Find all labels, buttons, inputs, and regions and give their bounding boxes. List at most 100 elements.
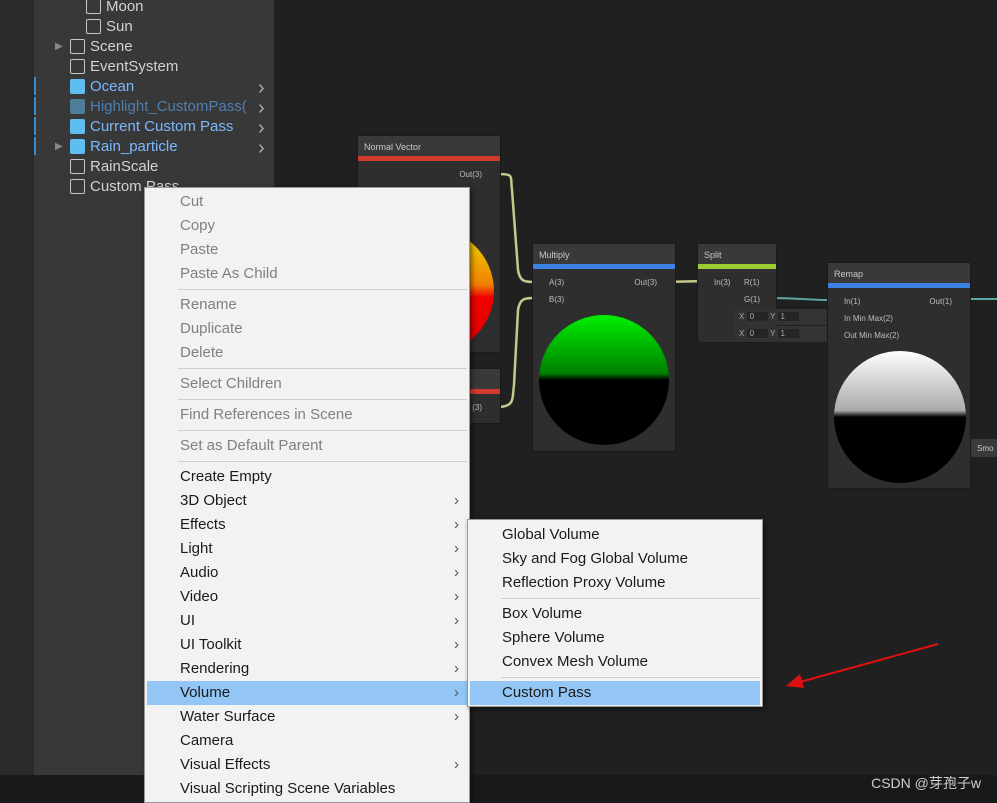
menu-item-rendering[interactable]: Rendering ›	[145, 657, 469, 681]
menu-item-paste[interactable]: Paste	[145, 238, 469, 262]
node-multiply[interactable]: Multiply A(3) B(3) Out(3)	[532, 243, 676, 452]
menu-item-set-as-default-parent[interactable]: Set as Default Parent	[145, 434, 469, 458]
node-accent-bar	[828, 283, 970, 288]
menu-item-label: Reflection Proxy Volume	[502, 574, 666, 591]
menu-item-find-references-in-scene[interactable]: Find References in Scene	[145, 403, 469, 427]
x-value[interactable]: 0	[746, 329, 769, 338]
node-title: Split	[698, 244, 776, 264]
menu-item-label: Effects	[180, 516, 226, 533]
port-out[interactable]: Out(3)	[634, 278, 657, 287]
menu-item-sky-and-fog-global-volume[interactable]: Sky and Fog Global Volume	[468, 547, 762, 571]
menu-item-label: Sphere Volume	[502, 629, 605, 646]
node-title: Multiply	[533, 244, 675, 264]
y-label: Y	[770, 312, 776, 321]
volume-submenu: Global Volume Sky and Fog Global Volume Re…	[467, 519, 763, 707]
chevron-right-icon: ›	[454, 756, 459, 773]
menu-item-label: Duplicate	[180, 320, 243, 337]
menu-item-duplicate[interactable]: Duplicate	[145, 317, 469, 341]
menu-item-sphere-volume[interactable]: Sphere Volume	[468, 626, 762, 650]
node-accent-bar	[533, 264, 675, 269]
menu-item-label: 3D Object	[180, 492, 247, 509]
menu-item-label: Cut	[180, 193, 204, 210]
menu-item-ui-toolkit[interactable]: UI Toolkit ›	[145, 633, 469, 657]
chevron-right-icon: ›	[454, 516, 459, 533]
chevron-right-icon: ›	[454, 540, 459, 557]
x-label: X	[739, 312, 745, 321]
menu-item-label: Rename	[180, 296, 237, 313]
menu-item-label: UI	[180, 612, 195, 629]
menu-item-visual-scripting-scene-variables[interactable]: Visual Scripting Scene Variables	[145, 777, 469, 801]
y-label: Y	[770, 329, 776, 338]
menu-item-camera[interactable]: Camera	[145, 729, 469, 753]
node-title: Remap	[828, 263, 970, 283]
node-title: Normal Vector	[358, 136, 500, 156]
menu-item-label: Video	[180, 588, 219, 605]
menu-item-box-volume[interactable]: Box Volume	[468, 602, 762, 626]
red-arrow-annotation	[786, 643, 939, 688]
menu-item-reflection-proxy-volume[interactable]: Reflection Proxy Volume	[468, 571, 762, 595]
menu-item-delete[interactable]: Delete	[145, 341, 469, 365]
port-in[interactable]: In(1)	[844, 297, 860, 306]
menu-item-label: Find References in Scene	[180, 406, 353, 423]
port-in[interactable]: In(3)	[714, 278, 730, 287]
menu-item-create-empty[interactable]: Create Empty	[145, 465, 469, 489]
menu-item-label: Select Children	[180, 375, 282, 392]
menu-item-light[interactable]: Light ›	[145, 537, 469, 561]
port-a[interactable]: A(3)	[549, 278, 564, 287]
menu-item-global-volume[interactable]: Global Volume	[468, 523, 762, 547]
y-value[interactable]: 1	[777, 329, 799, 338]
menu-item-label: Create Empty	[180, 468, 272, 485]
chevron-right-icon: ›	[454, 612, 459, 629]
menu-item-label: Visual Effects	[180, 756, 271, 773]
menu-item-video[interactable]: Video ›	[145, 585, 469, 609]
menu-item-label: Visual Scripting Scene Variables	[180, 780, 396, 797]
port-out-min-max[interactable]: Out Min Max(2)	[844, 331, 899, 340]
port-r[interactable]: R(1)	[744, 278, 760, 287]
preview-sphere	[834, 351, 966, 483]
node-remap[interactable]: Remap In(1) In Min Max(2) Out Min Max(2)…	[827, 262, 971, 489]
menu-item-volume[interactable]: Volume ›	[147, 681, 469, 705]
menu-item-paste-as-child[interactable]: Paste As Child	[145, 262, 469, 286]
menu-item-label: Sky and Fog Global Volume	[502, 550, 688, 567]
menu-item-visual-effects[interactable]: Visual Effects ›	[145, 753, 469, 777]
port-b[interactable]: B(3)	[549, 295, 564, 304]
x-value[interactable]: 0	[746, 312, 769, 321]
chevron-right-icon: ›	[454, 684, 459, 701]
menu-item-label: UI Toolkit	[180, 636, 242, 653]
menu-item-convex-mesh-volume[interactable]: Convex Mesh Volume	[468, 650, 762, 674]
port-out[interactable]: Out(1)	[929, 297, 952, 306]
menu-item-ui[interactable]: UI ›	[145, 609, 469, 633]
menu-item-label: Paste As Child	[180, 265, 278, 282]
preview-sphere	[539, 315, 669, 445]
chevron-right-icon: ›	[454, 492, 459, 509]
menu-item-label: Custom Pass	[502, 684, 592, 701]
menu-item-rename[interactable]: Rename	[145, 293, 469, 317]
menu-item-label: Copy	[180, 217, 216, 234]
in-min-max-field[interactable]: X 0 Y 1	[735, 309, 827, 325]
port-out[interactable]: (3)	[472, 403, 482, 412]
menu-item-cut[interactable]: Cut	[145, 190, 469, 214]
menu-item-effects[interactable]: Effects ›	[145, 513, 469, 537]
out-min-max-field[interactable]: X 0 Y 1	[735, 326, 827, 342]
menu-item-copy[interactable]: Copy	[145, 214, 469, 238]
port-in-min-max[interactable]: In Min Max(2)	[844, 314, 893, 323]
y-value[interactable]: 1	[777, 312, 799, 321]
menu-item-select-children[interactable]: Select Children	[145, 372, 469, 396]
menu-item-audio[interactable]: Audio ›	[145, 561, 469, 585]
menu-item-custom-pass[interactable]: Custom Pass	[470, 681, 760, 705]
menu-item-label: Volume	[180, 684, 231, 701]
menu-separator	[178, 430, 467, 431]
watermark: CSDN @芽孢子w	[871, 775, 981, 791]
menu-item-label: Water Surface	[180, 708, 276, 725]
menu-separator	[501, 598, 760, 599]
menu-item-label: Set as Default Parent	[180, 437, 323, 454]
chevron-right-icon: ›	[454, 708, 459, 725]
menu-item-water-surface[interactable]: Water Surface ›	[145, 705, 469, 729]
port-out[interactable]: Out(3)	[459, 170, 482, 179]
menu-separator	[501, 677, 760, 678]
menu-item-3d-object[interactable]: 3D Object ›	[145, 489, 469, 513]
menu-item-label: Rendering	[180, 660, 250, 677]
smoothstep-node[interactable]: Smo	[971, 439, 997, 457]
chevron-right-icon: ›	[454, 588, 459, 605]
port-g[interactable]: G(1)	[744, 295, 760, 304]
